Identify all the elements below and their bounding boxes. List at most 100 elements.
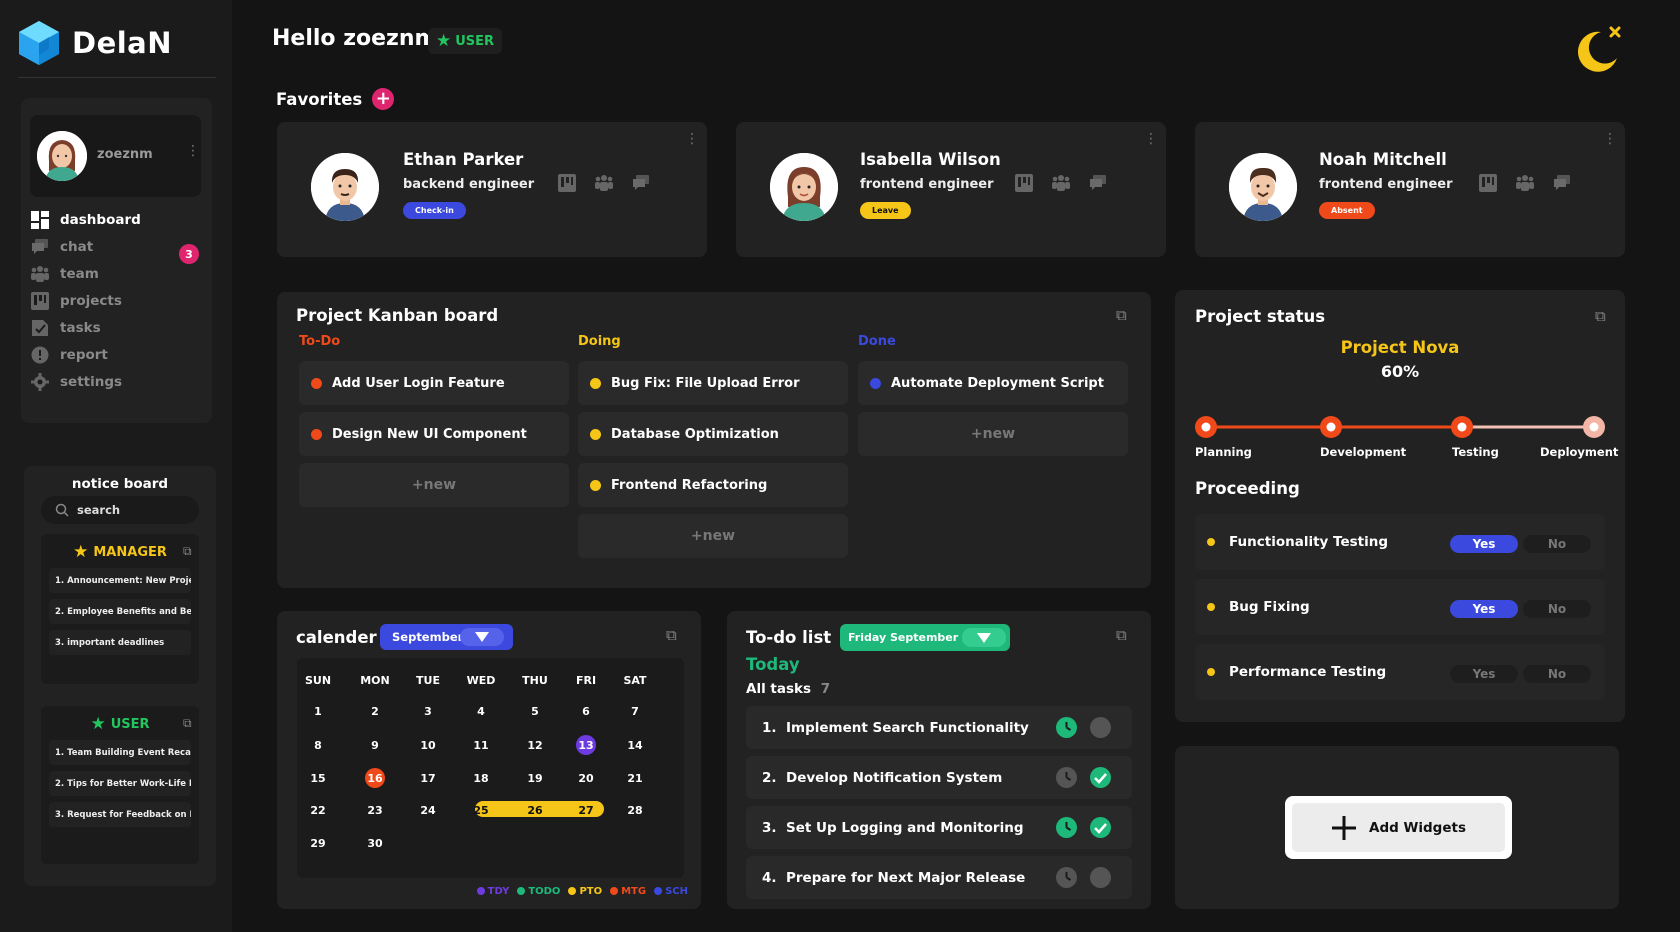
calendar-day[interactable]: 22 bbox=[298, 804, 338, 817]
todo-item[interactable]: 1. Implement Search Functionality bbox=[746, 706, 1132, 749]
calendar-day[interactable]: 15 bbox=[298, 772, 338, 785]
sidebar-item-settings[interactable]: settings bbox=[30, 372, 122, 392]
chat-icon[interactable] bbox=[1553, 174, 1571, 192]
calendar-day[interactable]: 1 bbox=[298, 705, 338, 718]
calendar-day[interactable]: 14 bbox=[615, 739, 655, 752]
calendar-day[interactable]: 13 bbox=[566, 739, 606, 752]
favorite-card[interactable]: ⋮ Ethan Parker backend engineer Check-in bbox=[277, 122, 707, 257]
profile-menu-icon[interactable]: ⋮ bbox=[186, 144, 200, 158]
calendar-day[interactable]: 7 bbox=[615, 705, 655, 718]
calendar-day[interactable]: 8 bbox=[298, 739, 338, 752]
add-favorite-button[interactable]: + bbox=[372, 88, 395, 110]
no-button[interactable]: No bbox=[1523, 600, 1591, 618]
kanban-card[interactable]: Frontend Refactoring bbox=[578, 463, 848, 507]
calendar-day[interactable]: 25 bbox=[461, 804, 501, 817]
calendar-day[interactable]: 26 bbox=[515, 804, 555, 817]
open-external-icon[interactable]: ⧉ bbox=[183, 544, 192, 559]
projects-icon[interactable] bbox=[558, 174, 576, 192]
calendar-day[interactable]: 23 bbox=[355, 804, 395, 817]
add-widgets-button[interactable]: Add Widgets bbox=[1285, 796, 1512, 859]
yes-button[interactable]: Yes bbox=[1450, 535, 1518, 553]
kanban-card[interactable]: Design New UI Component bbox=[299, 412, 569, 456]
calendar-day[interactable]: 18 bbox=[461, 772, 501, 785]
calendar-day[interactable]: 11 bbox=[461, 739, 501, 752]
kanban-card[interactable]: Database Optimization bbox=[578, 412, 848, 456]
check-icon[interactable] bbox=[1090, 717, 1111, 738]
calendar-day[interactable]: 9 bbox=[355, 739, 395, 752]
logo[interactable]: DelaN bbox=[18, 20, 172, 66]
yes-button[interactable]: Yes bbox=[1450, 600, 1518, 618]
sidebar-item-team[interactable]: team bbox=[30, 264, 99, 284]
check-icon[interactable] bbox=[1090, 817, 1111, 838]
calendar-day[interactable]: 12 bbox=[515, 739, 555, 752]
notice-search-input[interactable]: search bbox=[41, 496, 199, 524]
kanban-card[interactable]: Bug Fix: File Upload Error bbox=[578, 361, 848, 405]
calendar-day[interactable]: 29 bbox=[298, 837, 338, 850]
todo-item[interactable]: 2. Develop Notification System bbox=[746, 756, 1132, 799]
calendar-day[interactable]: 5 bbox=[515, 705, 555, 718]
open-external-icon[interactable]: ⧉ bbox=[183, 716, 192, 731]
notice-item[interactable]: 2. Tips for Better Work-Life Balance bbox=[49, 771, 191, 796]
profile-card[interactable]: zoeznm ⋮ bbox=[30, 115, 201, 197]
no-button[interactable]: No bbox=[1523, 665, 1591, 683]
add-card-button[interactable]: +new bbox=[858, 412, 1128, 456]
card-menu-icon[interactable]: ⋮ bbox=[685, 132, 699, 146]
chat-icon[interactable] bbox=[632, 174, 650, 192]
calendar-day[interactable]: 4 bbox=[461, 705, 501, 718]
card-menu-icon[interactable]: ⋮ bbox=[1144, 132, 1158, 146]
calendar-day[interactable]: 30 bbox=[355, 837, 395, 850]
calendar-day[interactable]: 19 bbox=[515, 772, 555, 785]
todo-item[interactable]: 4. Prepare for Next Major Release bbox=[746, 856, 1132, 899]
favorite-card[interactable]: ⋮ Isabella Wilson frontend engineer Leav… bbox=[736, 122, 1166, 257]
kanban-card[interactable]: Automate Deployment Script bbox=[858, 361, 1128, 405]
sidebar-item-tasks[interactable]: tasks bbox=[30, 318, 101, 338]
calendar-day[interactable]: 24 bbox=[408, 804, 448, 817]
dark-mode-toggle[interactable] bbox=[1571, 22, 1623, 76]
chat-icon[interactable] bbox=[1089, 174, 1107, 192]
card-menu-icon[interactable]: ⋮ bbox=[1603, 132, 1617, 146]
sidebar-item-dashboard[interactable]: dashboard bbox=[30, 210, 141, 230]
notice-item[interactable]: 2. Employee Benefits and Benefits bbox=[49, 599, 191, 624]
check-icon[interactable] bbox=[1090, 767, 1111, 788]
calendar-day[interactable]: 2 bbox=[355, 705, 395, 718]
add-card-button[interactable]: +new bbox=[299, 463, 569, 507]
no-button[interactable]: No bbox=[1523, 535, 1591, 553]
clock-icon[interactable] bbox=[1056, 817, 1077, 838]
sidebar-item-report[interactable]: report bbox=[30, 345, 108, 365]
open-external-icon[interactable]: ⧉ bbox=[1595, 307, 1606, 325]
calendar-day[interactable]: 17 bbox=[408, 772, 448, 785]
sidebar-item-chat[interactable]: chat bbox=[30, 237, 93, 257]
projects-icon[interactable] bbox=[1479, 174, 1497, 192]
calendar-day[interactable]: 6 bbox=[566, 705, 606, 718]
calendar-day[interactable]: 20 bbox=[566, 772, 606, 785]
add-card-button[interactable]: +new bbox=[578, 514, 848, 558]
open-external-icon[interactable]: ⧉ bbox=[1116, 626, 1127, 644]
team-icon[interactable] bbox=[1051, 174, 1071, 192]
notice-item[interactable]: 3. Request for Feedback on New bbox=[49, 802, 191, 827]
calendar-day[interactable]: 28 bbox=[615, 804, 655, 817]
kanban-card[interactable]: Add User Login Feature bbox=[299, 361, 569, 405]
open-external-icon[interactable]: ⧉ bbox=[666, 626, 677, 644]
team-icon[interactable] bbox=[1515, 174, 1535, 192]
notice-item[interactable]: 1. Team Building Event Recap bbox=[49, 740, 191, 765]
calendar-day[interactable]: 27 bbox=[566, 804, 606, 817]
sidebar-item-projects[interactable]: projects bbox=[30, 291, 122, 311]
team-icon[interactable] bbox=[594, 174, 614, 192]
calendar-day[interactable]: 16 bbox=[355, 772, 395, 785]
notice-item[interactable]: 1. Announcement: New Project bbox=[49, 568, 191, 593]
calendar-day[interactable]: 10 bbox=[408, 739, 448, 752]
favorite-card[interactable]: ⋮ Noah Mitchell frontend engineer Absent bbox=[1195, 122, 1625, 257]
month-select[interactable]: September bbox=[380, 624, 513, 650]
open-external-icon[interactable]: ⧉ bbox=[1116, 306, 1127, 324]
calendar-day[interactable]: 21 bbox=[615, 772, 655, 785]
yes-button[interactable]: Yes bbox=[1450, 665, 1518, 683]
date-select[interactable]: Friday September 13 bbox=[840, 624, 1010, 651]
check-icon[interactable] bbox=[1090, 867, 1111, 888]
todo-item[interactable]: 3. Set Up Logging and Monitoring bbox=[746, 806, 1132, 849]
notice-item[interactable]: 3. important deadlines bbox=[49, 630, 191, 655]
clock-icon[interactable] bbox=[1056, 717, 1077, 738]
calendar-day[interactable]: 3 bbox=[408, 705, 448, 718]
clock-icon[interactable] bbox=[1056, 867, 1077, 888]
clock-icon[interactable] bbox=[1056, 767, 1077, 788]
projects-icon[interactable] bbox=[1015, 174, 1033, 192]
